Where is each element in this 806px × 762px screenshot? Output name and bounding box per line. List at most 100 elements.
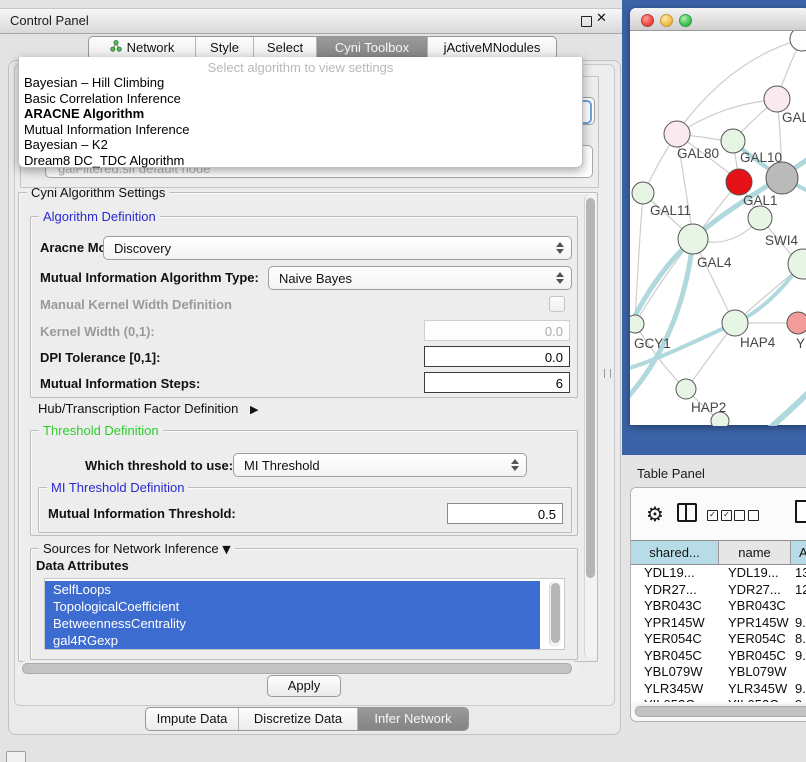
which-threshold-label: Which threshold to use: <box>85 458 233 473</box>
table-row[interactable]: YDL19... YDL19... 13 <box>631 565 806 582</box>
node-gal1-red[interactable] <box>726 169 752 195</box>
split-pane-icon[interactable] <box>677 503 697 522</box>
column-header-partial[interactable]: A <box>791 541 806 564</box>
node-gal4[interactable] <box>678 224 708 254</box>
tab-impute-data[interactable]: Impute Data <box>146 708 238 730</box>
window-close-icon[interactable] <box>641 14 654 27</box>
node-hap4[interactable] <box>722 310 748 336</box>
kernel-width-field: 0.0 <box>424 320 570 341</box>
table-body[interactable]: YDL19... YDL19... 13 YDR27... YDR27... 1… <box>631 565 806 702</box>
tab-style[interactable]: Style <box>195 37 253 59</box>
table-hscrollbar-thumb[interactable] <box>635 706 806 717</box>
table-row[interactable]: YBL079W YBL079W <box>631 664 806 681</box>
gear-icon[interactable]: ⚙ <box>646 502 664 526</box>
window-zoom-icon[interactable] <box>679 14 692 27</box>
table-row[interactable]: YIL052C YIL052C 9 <box>631 697 806 702</box>
svg-text:GAL1: GAL1 <box>743 193 778 208</box>
which-threshold-combo[interactable]: MI Threshold <box>233 453 527 477</box>
tab-network[interactable]: Network <box>89 37 195 59</box>
panel-splitter-handle[interactable] <box>604 369 611 378</box>
popup-item-dream8[interactable]: Dream8 DC_TDC Algorithm <box>19 153 582 169</box>
table-toolbar: ⚙ ✓✓ <box>631 488 806 540</box>
table-row[interactable]: YER054C YER054C 8. <box>631 631 806 648</box>
tab-cyni-toolbox[interactable]: Cyni Toolbox <box>316 37 427 59</box>
settings-hscrollbar-thumb[interactable] <box>22 663 572 674</box>
dpi-tolerance-label: DPI Tolerance [0,1]: <box>40 350 160 365</box>
combo-stepper-icon <box>509 454 521 476</box>
tab-select[interactable]: Select <box>253 37 316 59</box>
table-row[interactable]: YBR045C YBR045C 9. <box>631 648 806 665</box>
unchecked-columns-icon[interactable] <box>734 507 759 522</box>
mi-type-combo[interactable]: Naive Bayes <box>268 266 572 290</box>
restore-panel-icon[interactable] <box>6 751 26 762</box>
attributes-list-scrollbar[interactable] <box>549 581 561 647</box>
tab-infer-network[interactable]: Infer Network <box>357 708 468 730</box>
svg-text:GAL10: GAL10 <box>740 150 782 165</box>
popup-item-bayesian-hill-climbing[interactable]: Bayesian – Hill Climbing <box>19 75 582 91</box>
close-icon[interactable]: ✕ <box>596 11 607 26</box>
popup-item-basic-correlation[interactable]: Basic Correlation Inference <box>19 91 582 107</box>
mi-threshold-field[interactable]: 0.5 <box>447 503 563 524</box>
table-row[interactable]: YLR345W YLR345W 9. <box>631 681 806 698</box>
network-tab-icon <box>110 37 122 59</box>
tab-jactivemnodules[interactable]: jActiveMNodules <box>427 37 556 59</box>
aracne-mode-value: Discovery <box>114 241 171 256</box>
sources-group-title[interactable]: Sources for Network Inference ▼ <box>39 541 235 556</box>
column-header-name[interactable]: name <box>719 541 791 564</box>
sources-title-label: Sources for Network Inference <box>43 541 219 556</box>
table-horizontal-scrollbar[interactable] <box>633 704 806 716</box>
attributes-scrollbar-thumb[interactable] <box>551 583 560 643</box>
node-gal80[interactable] <box>664 121 690 147</box>
svg-text:GAL: GAL <box>782 110 806 125</box>
popup-item-mutual-information[interactable]: Mutual Information Inference <box>19 122 582 138</box>
tab-discretize-data[interactable]: Discretize Data <box>238 708 357 730</box>
network-window: GAL GAL80 GAL10 GAL1 GAL11 GAL4 SWI4 GCY… <box>630 8 806 425</box>
settings-scrollbar-thumb[interactable] <box>586 198 595 578</box>
checked-columns-icon[interactable]: ✓✓ <box>707 507 732 522</box>
hub-definition-expander[interactable]: Hub/Transcription Factor Definition ▶ <box>38 401 258 416</box>
node-hap2[interactable] <box>676 379 696 399</box>
settings-vertical-scrollbar[interactable] <box>584 194 597 658</box>
popup-item-bayesian-k2[interactable]: Bayesian – K2 <box>19 137 582 153</box>
apply-button[interactable]: Apply <box>267 675 341 697</box>
algorithm-dropdown-popup: Select algorithm to view settings Bayesi… <box>18 57 583 168</box>
table-panel: Table Panel ⚙ ✓✓ shared... name A <box>622 455 806 762</box>
combo-stepper-icon <box>554 267 566 289</box>
tab-network-label: Network <box>127 37 175 59</box>
network-canvas[interactable]: GAL GAL80 GAL10 GAL1 GAL11 GAL4 SWI4 GCY… <box>630 31 806 426</box>
list-item[interactable]: gal4RGexp <box>45 632 540 649</box>
node-unlabeled-green[interactable] <box>748 206 772 230</box>
mi-steps-field[interactable]: 6 <box>424 372 570 393</box>
node-gal-partial[interactable] <box>764 86 790 112</box>
screen: Control Panel ✕ Network Style Select Cyn… <box>0 0 806 762</box>
mi-steps-label: Mutual Information Steps: <box>40 376 200 391</box>
dpi-tolerance-field[interactable]: 0.0 <box>424 346 570 367</box>
popup-item-aracne[interactable]: ARACNE Algorithm <box>19 106 582 122</box>
table-row[interactable]: YBR043C YBR043C <box>631 598 806 615</box>
list-item[interactable]: TopologicalCoefficient <box>45 598 540 615</box>
node-unlabeled-top[interactable] <box>790 31 806 51</box>
data-attributes-list[interactable]: SelfLoopsTopologicalCoefficientBetweenne… <box>44 578 565 650</box>
node-gcy1[interactable] <box>630 315 644 333</box>
network-nodes <box>630 31 806 426</box>
list-item[interactable]: SelfLoops <box>45 581 540 598</box>
window-minimize-icon[interactable] <box>660 14 673 27</box>
table-row[interactable]: YDR27... YDR27... 12 <box>631 582 806 599</box>
table-row[interactable]: YPR145W YPR145W 9. <box>631 615 806 632</box>
column-header-shared-name[interactable]: shared... <box>631 541 719 564</box>
settings-horizontal-scrollbar[interactable] <box>20 661 578 673</box>
control-panel-title: Control Panel <box>10 13 89 28</box>
algorithm-definition-title: Algorithm Definition <box>39 209 160 224</box>
node-gal11[interactable] <box>632 182 654 204</box>
document-icon[interactable] <box>795 500 806 523</box>
list-item[interactable]: BetweennessCentrality <box>45 615 540 632</box>
expand-right-icon: ▶ <box>250 403 258 416</box>
svg-text:GAL11: GAL11 <box>650 203 691 218</box>
float-window-icon[interactable] <box>581 16 592 27</box>
aracne-mode-combo[interactable]: Discovery <box>103 236 572 260</box>
svg-text:HAP4: HAP4 <box>740 335 776 350</box>
node-gray[interactable] <box>766 162 798 194</box>
mi-type-label: Mutual Information Algorithm Type: <box>40 270 259 285</box>
node-y-partial[interactable] <box>787 312 806 334</box>
collapse-down-icon: ▼ <box>222 543 230 556</box>
